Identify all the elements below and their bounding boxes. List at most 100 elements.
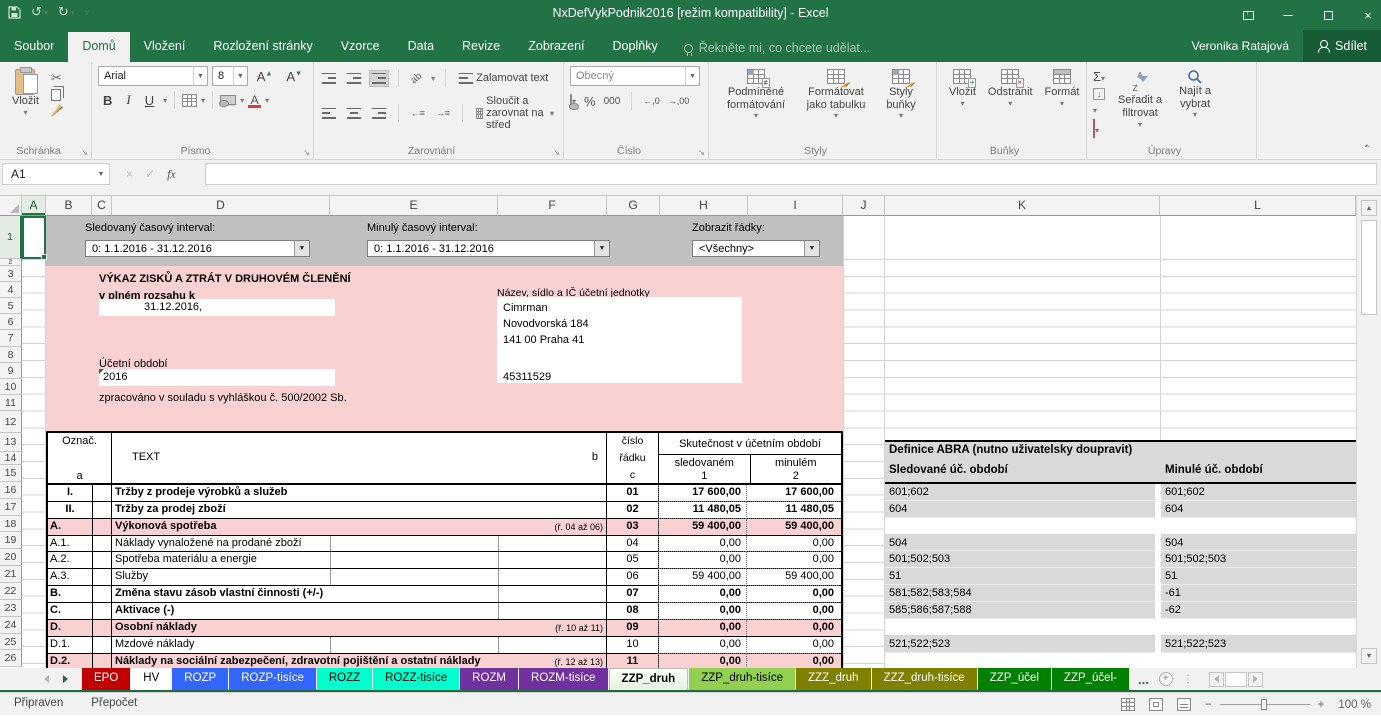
scroll-up-icon[interactable]: ▲ (1361, 200, 1377, 216)
zoom-slider[interactable]: − + (1205, 699, 1324, 711)
row-current-value[interactable]: 0,00 (658, 536, 746, 552)
fill-button[interactable]: ↓▾ (1093, 88, 1105, 118)
row-current-value[interactable]: 0,00 (658, 637, 746, 654)
percent-style-button[interactable]: % (584, 94, 596, 109)
column-header-j[interactable]: J (843, 196, 885, 215)
row-current-value[interactable]: 0,00 (658, 654, 746, 668)
interval2-dropdown[interactable]: 0: 1.1.2016 - 31.12.2016▼ (367, 240, 610, 257)
sheet-tab-rozp[interactable]: ROZP (172, 668, 228, 690)
align-middle-button[interactable] (345, 71, 363, 86)
page-break-view-icon[interactable] (1177, 698, 1191, 711)
abra-current-value[interactable] (885, 653, 1155, 668)
abra-previous-value[interactable] (1161, 619, 1356, 636)
maximize-button[interactable] (1321, 8, 1335, 22)
autosum-button[interactable]: Σ▾ (1093, 68, 1105, 86)
abra-previous-value[interactable]: -61 (1161, 585, 1356, 602)
font-color-button[interactable]: A (248, 93, 261, 108)
sheet-tab-epo[interactable]: EPO (82, 668, 130, 690)
column-header-e[interactable]: E (330, 196, 498, 215)
tab-vzorce[interactable]: Vzorce (327, 32, 394, 62)
abra-current-value[interactable]: 504 (885, 535, 1155, 551)
zoom-out-icon[interactable]: − (1205, 699, 1212, 711)
row-current-value[interactable]: 0,00 (658, 552, 746, 569)
abra-current-value[interactable]: 581;582;583;584 (885, 585, 1155, 602)
abra-current-value[interactable]: 601;602 (885, 484, 1155, 501)
sheet-tab-zzp-el-[interactable]: ZZP_účel- (1052, 668, 1129, 690)
horizontal-scrollbar[interactable] (1209, 672, 1263, 687)
font-family-select[interactable]: Arial▼ (98, 66, 208, 86)
row-previous-value[interactable]: 0,00 (746, 620, 839, 636)
ribbon-display-options-button[interactable] (1241, 8, 1255, 22)
column-header-d[interactable]: D (112, 196, 330, 215)
report-date-cell[interactable]: 31.12.2016, (99, 299, 335, 316)
sort-filter-button[interactable]: AZ Seřadit a filtrovat▾ (1111, 66, 1169, 141)
row-previous-value[interactable]: 0,00 (746, 552, 839, 569)
row-current-value[interactable]: 59 400,00 (658, 519, 746, 535)
align-bottom-button[interactable] (370, 71, 388, 86)
decrease-font-icon[interactable]: A▼ (281, 68, 307, 85)
conditional-formatting-button[interactable]: ≠ Podmíněné formátování▾ (715, 66, 797, 141)
column-header-i[interactable]: I (748, 196, 843, 215)
decrease-decimal-icon[interactable]: →,00 (668, 96, 690, 106)
sheet-tab-zzp-el[interactable]: ZZP_účel (978, 668, 1051, 690)
formula-input[interactable] (205, 163, 1377, 185)
tab-dom-[interactable]: Domů (68, 32, 129, 62)
column-header-g[interactable]: G (607, 196, 660, 215)
abra-current-value[interactable]: 585;586;587;588 (885, 602, 1155, 619)
format-painter-icon[interactable] (51, 104, 63, 116)
format-as-table-button[interactable]: Formátovat jako tabulku▾ (797, 66, 875, 141)
row-previous-value[interactable]: 0,00 (746, 586, 839, 603)
vertical-scrollbar-thumb[interactable] (1361, 220, 1377, 315)
insert-cells-button[interactable]: + Vložit▾ (943, 66, 982, 141)
zoom-level[interactable]: 100 % (1338, 699, 1371, 711)
abra-previous-value[interactable]: 51 (1161, 568, 1356, 585)
abra-previous-value[interactable] (1161, 653, 1356, 668)
orientation-dropdown-icon[interactable]: ▾ (431, 74, 435, 83)
accounting-format-button[interactable]: ▾ (570, 95, 576, 107)
abra-current-value[interactable]: 501;502;503 (885, 551, 1155, 568)
wrap-text-button[interactable]: Zalamovat text (456, 70, 551, 86)
row-current-value[interactable]: 59 400,00 (658, 569, 746, 586)
borders-icon[interactable] (182, 94, 197, 107)
row-previous-value[interactable]: 0,00 (746, 536, 839, 552)
more-sheets-indicator[interactable]: ... (1138, 672, 1149, 687)
copy-icon[interactable] (51, 89, 61, 101)
abra-previous-value[interactable]: 501;502;503 (1161, 551, 1356, 568)
scroll-down-icon[interactable]: ▼ (1361, 648, 1377, 664)
abra-previous-value[interactable]: 604 (1161, 501, 1356, 518)
tab-soubor[interactable]: Soubor (0, 32, 68, 62)
clipboard-dialog-launcher-icon[interactable]: ↘ (81, 148, 88, 157)
abra-previous-value[interactable]: -62 (1161, 602, 1356, 619)
row-previous-value[interactable]: 11 480,05 (746, 502, 839, 519)
column-header-a[interactable]: A (22, 196, 46, 215)
tab-rozlo-en-str-nky[interactable]: Rozložení stránky (199, 32, 326, 62)
underline-button[interactable]: U (140, 92, 159, 109)
row-previous-value[interactable]: 59 400,00 (746, 569, 839, 586)
abra-previous-value[interactable]: 521;522;523 (1161, 636, 1356, 653)
font-color-dropdown-icon[interactable]: ▾ (265, 96, 269, 105)
tab-vlo-en-[interactable]: Vložení (130, 32, 200, 62)
format-cells-button[interactable]: Formát▾ (1039, 66, 1086, 141)
enter-icon[interactable]: ✓ (145, 167, 155, 181)
column-header-h[interactable]: H (660, 196, 748, 215)
tab-zobrazen-[interactable]: Zobrazení (514, 32, 598, 62)
minimize-button[interactable] (1281, 8, 1295, 22)
tab-splitter-icon[interactable]: ⋮ (1183, 674, 1193, 685)
comma-style-button[interactable]: 000 (604, 96, 621, 107)
abra-previous-value[interactable]: 601;602 (1161, 484, 1356, 501)
increase-decimal-icon[interactable]: ←,0 (643, 96, 660, 106)
period-cell[interactable]: 2016 (99, 369, 335, 386)
abra-current-value[interactable] (885, 518, 1155, 535)
column-header-c[interactable]: C (92, 196, 112, 215)
font-dialog-launcher-icon[interactable]: ↘ (303, 148, 310, 157)
row-previous-value[interactable]: 0,00 (746, 654, 839, 668)
abra-previous-value[interactable]: 504 (1161, 535, 1356, 551)
borders-dropdown-icon[interactable]: ▾ (201, 96, 205, 105)
font-size-select[interactable]: 8▼ (212, 66, 248, 86)
collapse-ribbon-icon[interactable]: ⌃ (1363, 144, 1371, 155)
sheet-tab-zzz-druh[interactable]: ZZZ_druh (796, 668, 871, 690)
bold-button[interactable]: B (98, 92, 117, 109)
tell-me-box[interactable]: Řekněte mi, co chcete udělat... (672, 34, 883, 62)
interval1-dropdown[interactable]: 0: 1.1.2016 - 31.12.2016▼ (85, 240, 310, 257)
increase-font-icon[interactable]: A▲ (252, 68, 278, 85)
